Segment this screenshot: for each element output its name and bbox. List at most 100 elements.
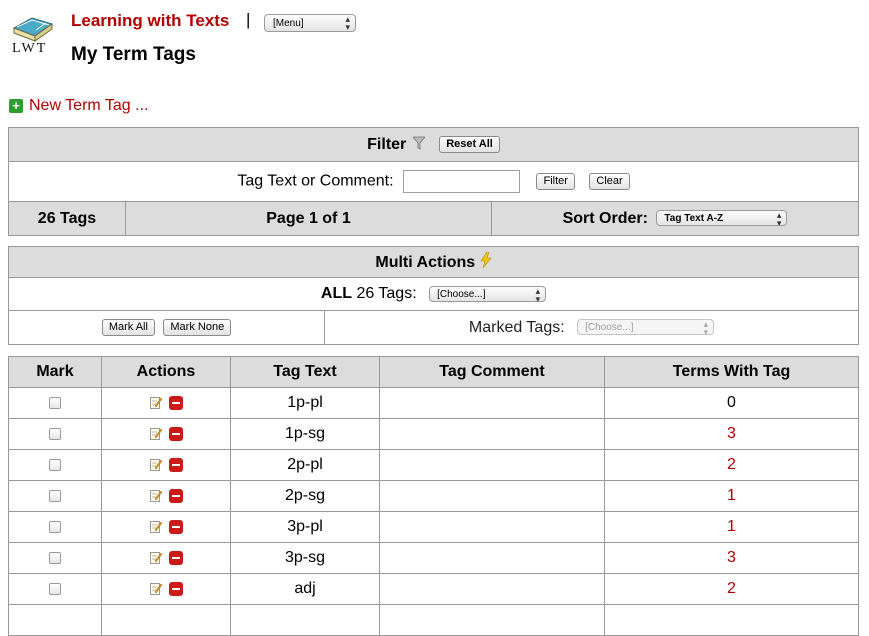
mark-none-button[interactable]: Mark None bbox=[163, 318, 232, 336]
mark-cell bbox=[8, 449, 102, 481]
mark-checkbox[interactable] bbox=[49, 520, 61, 533]
multi-actions-header: Multi Actions bbox=[7, 246, 860, 278]
edit-icon[interactable] bbox=[149, 458, 162, 472]
tag-comment-cell bbox=[379, 418, 605, 450]
select-arrows-icon: ▴ ▾ bbox=[703, 319, 709, 338]
mark-checkbox[interactable] bbox=[49, 551, 61, 564]
column-header-mark[interactable]: Mark bbox=[8, 356, 102, 388]
mark-checkbox[interactable] bbox=[49, 489, 61, 502]
tag-text-cell: 2p-pl bbox=[230, 449, 380, 481]
delete-icon[interactable] bbox=[168, 457, 183, 472]
edit-icon[interactable] bbox=[149, 582, 162, 596]
mark-buttons-cell: Mark All Mark None bbox=[8, 310, 325, 345]
page-title: My Term Tags bbox=[71, 44, 196, 65]
delete-icon[interactable] bbox=[168, 550, 183, 565]
app-title[interactable]: Learning with Texts bbox=[71, 11, 229, 31]
terms-count-link[interactable]: 3 bbox=[604, 542, 859, 574]
select-arrows-icon: ▴ ▾ bbox=[535, 285, 541, 304]
tag-comment-cell bbox=[379, 480, 605, 512]
tag-count: 26 Tags bbox=[8, 201, 126, 236]
tag-text-cell bbox=[230, 604, 380, 636]
edit-icon[interactable] bbox=[149, 396, 162, 410]
column-header-tag-comment[interactable]: Tag Comment bbox=[379, 356, 605, 388]
marked-tags-select-value: [Choose...] bbox=[585, 322, 634, 334]
tag-comment-cell bbox=[379, 542, 605, 574]
mark-all-button[interactable]: Mark All bbox=[101, 318, 155, 336]
actions-cell bbox=[101, 542, 231, 574]
terms-count-link bbox=[604, 604, 859, 636]
tag-text-cell: 3p-sg bbox=[230, 542, 380, 574]
all-tags-select-value: [Choose...] bbox=[437, 288, 486, 300]
actions-cell bbox=[101, 387, 231, 419]
all-tags-action-select[interactable]: [Choose...] ▴ ▾ bbox=[429, 285, 547, 304]
mark-cell bbox=[8, 573, 102, 605]
lightning-icon bbox=[480, 251, 492, 269]
main-menu-select[interactable]: [Menu] ▴ ▾ bbox=[264, 14, 356, 32]
table-row: adj 2 bbox=[8, 573, 859, 605]
sort-order-select[interactable]: Tag Text A-Z ▴ ▾ bbox=[656, 210, 788, 228]
tag-text-cell: 1p-pl bbox=[230, 387, 380, 419]
clear-button[interactable]: Clear bbox=[589, 173, 630, 190]
tags-table: Mark Actions Tag Text Tag Comment Terms … bbox=[8, 356, 859, 636]
table-row: 2p-pl 2 bbox=[8, 449, 859, 481]
terms-count-link[interactable]: 3 bbox=[604, 418, 859, 450]
mark-checkbox[interactable] bbox=[49, 582, 61, 595]
table-row: 3p-pl 1 bbox=[8, 511, 859, 543]
column-header-tag-text[interactable]: Tag Text bbox=[230, 356, 380, 388]
tag-comment-cell bbox=[379, 604, 605, 636]
mark-cell bbox=[8, 418, 102, 450]
menu-select-value: [Menu] bbox=[273, 18, 304, 29]
marked-tags-cell: Marked Tags: [Choose...] ▴ ▾ bbox=[323, 310, 860, 345]
marked-tags-action-select[interactable]: [Choose...] ▴ ▾ bbox=[577, 319, 715, 338]
tag-comment-cell bbox=[379, 387, 605, 419]
delete-icon[interactable] bbox=[168, 395, 183, 410]
actions-cell bbox=[101, 480, 231, 512]
search-label: Tag Text or Comment: bbox=[237, 172, 394, 190]
edit-icon[interactable] bbox=[149, 520, 162, 534]
actions-cell bbox=[101, 418, 231, 450]
filter-header: Filter Reset All bbox=[7, 127, 860, 162]
funnel-icon bbox=[411, 136, 426, 150]
delete-icon[interactable] bbox=[168, 488, 183, 503]
terms-count-link[interactable]: 1 bbox=[604, 480, 859, 512]
new-term-tag-link[interactable]: + New Term Tag ... bbox=[9, 97, 148, 115]
filter-title: Filter bbox=[367, 135, 407, 153]
mark-checkbox[interactable] bbox=[49, 396, 61, 409]
edit-icon[interactable] bbox=[149, 551, 162, 565]
mark-checkbox[interactable] bbox=[49, 427, 61, 440]
mark-cell bbox=[8, 511, 102, 543]
select-arrows-icon: ▴ ▾ bbox=[345, 14, 350, 32]
new-term-tag-label: New Term Tag ... bbox=[29, 97, 149, 114]
mark-cell bbox=[8, 604, 102, 636]
column-header-terms-with-tag[interactable]: Terms With Tag bbox=[604, 356, 859, 388]
mark-checkbox[interactable] bbox=[49, 458, 61, 471]
actions-cell bbox=[101, 511, 231, 543]
actions-cell bbox=[101, 449, 231, 481]
sort-order-label: Sort Order: bbox=[562, 209, 648, 227]
multi-actions-table: Multi Actions ALL 26 Tags: [Choose...] ▴… bbox=[7, 246, 860, 345]
delete-icon[interactable] bbox=[168, 426, 183, 441]
terms-count-link[interactable]: 2 bbox=[604, 573, 859, 605]
actions-cell bbox=[101, 573, 231, 605]
table-row: 1p-pl 0 bbox=[8, 387, 859, 419]
column-header-actions[interactable]: Actions bbox=[101, 356, 231, 388]
edit-icon[interactable] bbox=[149, 427, 162, 441]
multi-actions-title: Multi Actions bbox=[375, 254, 476, 271]
filter-search-row: Tag Text or Comment: Filter Clear bbox=[7, 161, 860, 202]
delete-icon[interactable] bbox=[168, 519, 183, 534]
sort-order-value: Tag Text A-Z bbox=[664, 213, 724, 225]
all-prefix: ALL bbox=[320, 285, 352, 302]
title-separator: | bbox=[246, 10, 251, 29]
search-input[interactable] bbox=[403, 170, 521, 193]
reset-all-button[interactable]: Reset All bbox=[439, 135, 500, 153]
terms-count-link[interactable]: 2 bbox=[604, 449, 859, 481]
delete-icon[interactable] bbox=[168, 581, 183, 596]
filter-button[interactable]: Filter bbox=[536, 173, 575, 190]
tag-comment-cell bbox=[379, 573, 605, 605]
edit-icon[interactable] bbox=[149, 489, 162, 503]
mark-cell bbox=[8, 542, 102, 574]
mark-cell bbox=[8, 480, 102, 512]
all-count-text: 26 Tags: bbox=[356, 285, 417, 302]
terms-count-link[interactable]: 1 bbox=[604, 511, 859, 543]
table-row: 3p-sg 3 bbox=[8, 542, 859, 574]
